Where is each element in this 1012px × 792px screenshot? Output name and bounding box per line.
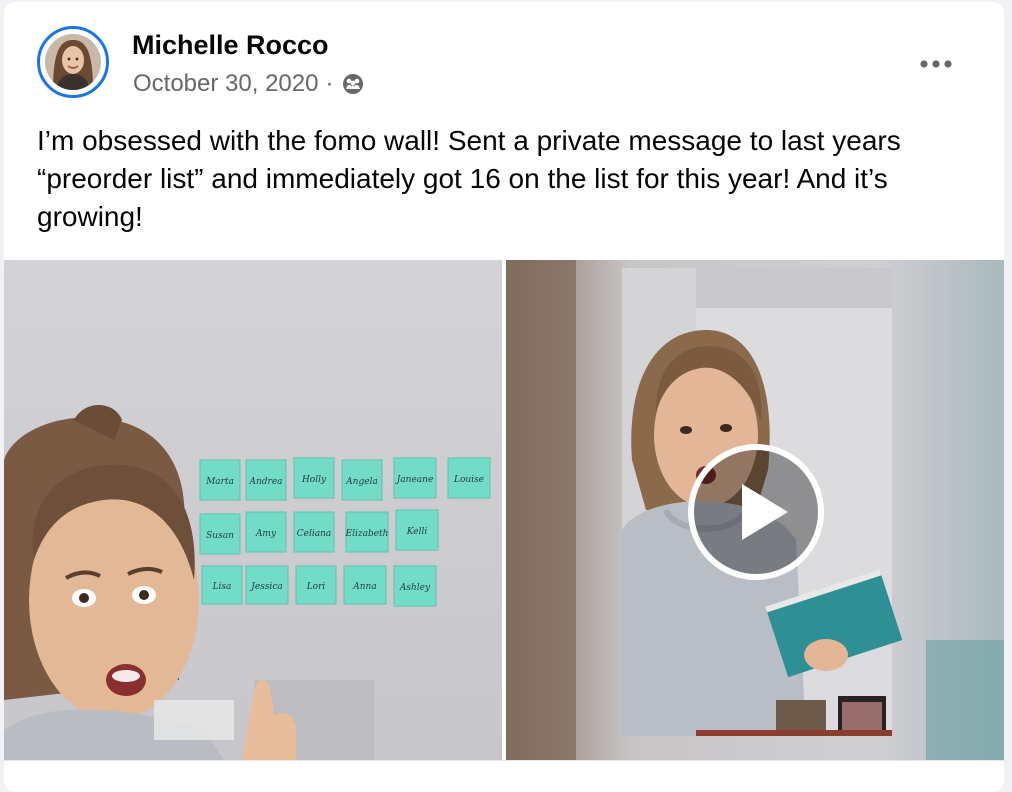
post-video[interactable]	[506, 260, 1004, 760]
post-date[interactable]: October 30, 2020	[133, 70, 318, 98]
meta-separator: ·	[325, 70, 334, 97]
groups-icon[interactable]	[341, 72, 365, 96]
post-card: Michelle Rocco October 30, 2020 · I’m ob…	[4, 2, 1004, 792]
svg-text:Kelli: Kelli	[406, 527, 428, 537]
avatar-image	[45, 34, 101, 90]
svg-text:Janeane: Janeane	[395, 475, 434, 485]
svg-text:Celiana: Celiana	[297, 529, 332, 539]
svg-text:Andrea: Andrea	[248, 477, 282, 487]
svg-text:Louise: Louise	[453, 475, 484, 485]
svg-text:Angela: Angela	[345, 477, 378, 487]
post-text: I’m obsessed with the fomo wall! Sent a …	[37, 125, 901, 232]
post-photo[interactable]: Marta Andrea Holly Angela Janeane Louise…	[4, 260, 502, 760]
post-header: Michelle Rocco October 30, 2020 ·	[4, 2, 1004, 112]
post-footer-divider	[4, 760, 1004, 792]
svg-text:Lori: Lori	[306, 582, 326, 592]
svg-text:Jessica: Jessica	[249, 582, 282, 592]
svg-text:Anna: Anna	[352, 582, 376, 592]
svg-text:Elizabeth: Elizabeth	[345, 529, 389, 539]
post-meta: October 30, 2020 ·	[133, 70, 365, 98]
svg-text:Holly: Holly	[301, 475, 327, 485]
more-options-button[interactable]	[908, 46, 964, 82]
svg-text:Susan: Susan	[206, 531, 234, 541]
avatar[interactable]	[37, 26, 109, 98]
author-name[interactable]: Michelle Rocco	[132, 30, 329, 61]
svg-text:Lisa: Lisa	[212, 582, 232, 592]
svg-text:Marta: Marta	[205, 477, 234, 487]
play-video-button[interactable]	[688, 444, 824, 580]
svg-text:Ashley: Ashley	[399, 583, 431, 593]
play-icon	[742, 484, 788, 540]
more-options-icon	[920, 60, 952, 68]
svg-text:Amy: Amy	[255, 529, 277, 539]
